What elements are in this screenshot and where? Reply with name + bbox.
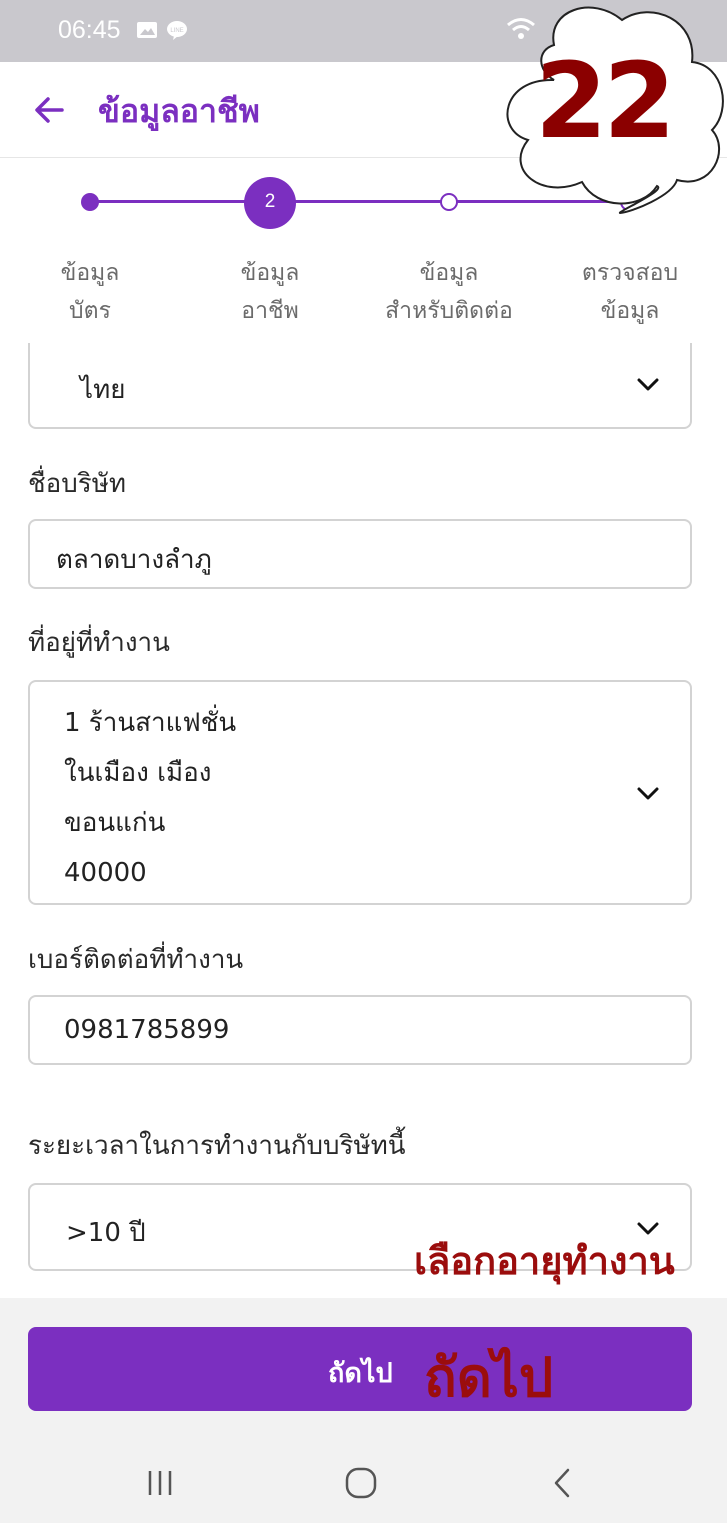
- step-4-label-line2: ข้อมูล: [600, 298, 660, 324]
- line-chat-icon: LINE: [167, 21, 187, 40]
- nationality-value: ไทย: [80, 375, 126, 405]
- step-2-number: 2: [264, 191, 276, 212]
- svg-text:LINE: LINE: [170, 28, 183, 34]
- step-2-current-indicator: 2: [244, 177, 296, 229]
- next-annotation: ถัดไป: [424, 1345, 554, 1409]
- company-name-input[interactable]: ตลาดบางลำภู: [28, 519, 692, 589]
- step-2-label-line1: ข้อมูล: [240, 260, 300, 286]
- nationality-select[interactable]: ไทย: [28, 343, 692, 429]
- employment-duration-label: ระยะเวลาในการทำงานกับบริษัทนี้: [28, 1131, 406, 1161]
- step-2-label-line2: อาชีพ: [241, 298, 299, 324]
- next-button-label: ถัดไป: [328, 1358, 393, 1389]
- address-line-3: ขอนแก่น: [64, 808, 166, 838]
- select-duration-annotation: เลือกอายุทำงาน: [414, 1238, 675, 1283]
- address-line-4: 40000: [64, 858, 147, 888]
- step-number-annotation: 22: [535, 40, 676, 162]
- step-3-label-line2: สำหรับติดต่อ: [385, 298, 513, 324]
- company-label: ชื่อบริษัท: [28, 469, 127, 499]
- status-time: 06:45: [58, 16, 121, 44]
- workplace-address-select[interactable]: 1 ร้านสาแฟชั่น ในเมือง เมือง ขอนแก่น 400…: [28, 680, 692, 905]
- step-label-1: ข้อมูล บัตร: [30, 254, 150, 330]
- step-label-4: ตรวจสอบ ข้อมูล: [560, 254, 700, 330]
- step-3-dot: [440, 193, 458, 211]
- system-nav-bar: [0, 1444, 727, 1523]
- chevron-down-icon: [637, 787, 659, 800]
- address-line-1: 1 ร้านสาแฟชั่น: [64, 708, 237, 738]
- address-line-2: ในเมือง เมือง: [64, 758, 212, 788]
- page-title: ข้อมูลอาชีพ: [98, 92, 260, 130]
- step-3-label-line1: ข้อมูล: [419, 260, 479, 286]
- work-phone-input[interactable]: 0981785899: [28, 995, 692, 1065]
- home-icon[interactable]: [344, 1466, 378, 1500]
- back-nav-icon[interactable]: [550, 1466, 574, 1500]
- image-icon: [137, 22, 157, 38]
- chevron-down-icon: [637, 378, 659, 391]
- work-phone-value: 0981785899: [64, 1015, 230, 1045]
- workplace-address-label: ที่อยู่ที่ทำงาน: [28, 628, 170, 658]
- step-1-label-line1: ข้อมูล: [60, 260, 120, 286]
- company-name-value: ตลาดบางลำภู: [56, 545, 212, 575]
- next-button[interactable]: ถัดไป: [28, 1327, 692, 1411]
- workplace-address-value: 1 ร้านสาแฟชั่น ในเมือง เมือง ขอนแก่น 400…: [64, 698, 236, 898]
- step-4-label-line1: ตรวจสอบ: [581, 260, 679, 286]
- employment-duration-value: >10 ปี: [66, 1218, 146, 1248]
- step-label-3: ข้อมูล สำหรับติดต่อ: [369, 254, 529, 330]
- back-arrow-icon[interactable]: [28, 88, 72, 132]
- step-1-label-line2: บัตร: [69, 298, 111, 324]
- step-label-2: ข้อมูล อาชีพ: [210, 254, 330, 330]
- recent-apps-icon[interactable]: [145, 1469, 175, 1497]
- step-1-dot: [81, 193, 99, 211]
- work-phone-label: เบอร์ติดต่อที่ทำงาน: [28, 945, 244, 975]
